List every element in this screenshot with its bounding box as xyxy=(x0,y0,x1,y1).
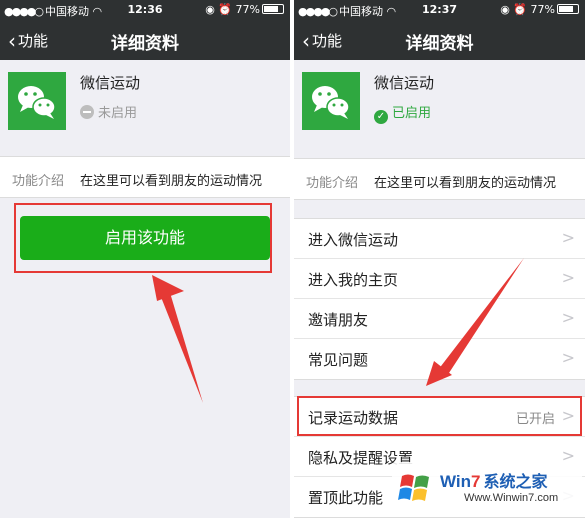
intro-label: 功能介绍 xyxy=(12,174,65,189)
chevron-right-icon: > xyxy=(561,308,575,327)
menu-item-label: 进入我的主页 xyxy=(308,271,399,289)
battery-fill xyxy=(264,6,278,12)
windows-logo-icon xyxy=(398,474,429,501)
intro-label: 功能介绍 xyxy=(306,176,359,191)
alarm-icon: ⏰ xyxy=(218,3,233,16)
chevron-right-icon: > xyxy=(561,268,575,287)
feature-status: 未启用 xyxy=(98,106,138,121)
battery-fill xyxy=(559,6,573,12)
menu-item-label: 置顶此功能 xyxy=(308,489,384,507)
menu-item-label: 邀请朋友 xyxy=(308,311,369,329)
watermark-brand: 系统之家 xyxy=(483,472,548,491)
watermark-url: Www.Winwin7.com xyxy=(464,492,559,504)
wechat-logo-icon xyxy=(302,72,360,130)
battery-icon xyxy=(557,4,579,14)
highlight-box xyxy=(297,396,582,436)
menu-item-label: 进入微信运动 xyxy=(308,231,399,249)
nav-bar: ‹ 功能 详细资料 xyxy=(294,20,585,60)
watermark-win: Win xyxy=(440,472,472,491)
nav-bar: ‹ 功能 详细资料 xyxy=(0,20,290,60)
page-title: 详细资料 xyxy=(111,34,179,54)
watermark: Win7 系统之家 Www.Winwin7.com xyxy=(392,462,582,514)
feature-name: 微信运动 xyxy=(374,74,435,92)
feature-name: 微信运动 xyxy=(80,74,141,92)
right-phone-screen: ●●●●○ 中国移动 ◠ 12:37 ◉ ⏰ 77% ‹ 功能 详细资料 微信运动 … xyxy=(294,0,585,518)
battery-icon xyxy=(262,4,284,14)
menu-item-enter-wechat-sport[interactable]: 进入微信运动 > xyxy=(294,219,585,259)
feature-profile: 微信运动 ✓ 已启用 xyxy=(294,60,585,156)
feature-intro-row: 功能介绍 在这里可以看到朋友的运动情况 xyxy=(294,158,585,200)
status-bar: ●●●●○ 中国移动 ◠ 12:37 ◉ ⏰ 77% xyxy=(294,0,585,20)
status-bar: ●●●●○ 中国移动 ◠ 12:36 ◉ ⏰ 77% xyxy=(0,0,290,20)
battery-percent: 77% xyxy=(235,3,260,16)
menu-item-label: 常见问题 xyxy=(308,351,369,369)
watermark-seven: 7 xyxy=(471,472,481,491)
wechat-logo-icon xyxy=(8,72,66,130)
intro-text: 在这里可以看到朋友的运动情况 xyxy=(80,174,263,189)
disabled-icon xyxy=(80,105,94,119)
feature-intro-row: 功能介绍 在这里可以看到朋友的运动情况 xyxy=(0,156,290,198)
feature-profile: 微信运动 未启用 xyxy=(0,60,290,156)
battery-percent: 77% xyxy=(530,3,555,16)
menu-item-invite-friends[interactable]: 邀请朋友 > xyxy=(294,299,585,339)
alarm-icon: ⏰ xyxy=(513,3,528,16)
page-title: 详细资料 xyxy=(405,34,474,54)
feature-status: 已启用 xyxy=(392,106,432,121)
left-phone-screen: ●●●●○ 中国移动 ◠ 12:36 ◉ ⏰ 77% ‹ 功能 详细资料 微信运动 … xyxy=(0,0,290,518)
check-circle-icon: ✓ xyxy=(374,110,388,124)
menu-item-faq[interactable]: 常见问题 > xyxy=(294,339,585,379)
chevron-right-icon: > xyxy=(561,228,575,247)
chevron-right-icon: > xyxy=(561,348,575,367)
menu-item-my-homepage[interactable]: 进入我的主页 > xyxy=(294,259,585,299)
menu-group-actions: 进入微信运动 > 进入我的主页 > 邀请朋友 > 常见问题 > xyxy=(294,218,585,380)
lock-rotation-icon: ◉ xyxy=(500,3,510,16)
lock-rotation-icon: ◉ xyxy=(205,3,215,16)
intro-text: 在这里可以看到朋友的运动情况 xyxy=(374,176,557,191)
highlight-box xyxy=(14,203,272,273)
